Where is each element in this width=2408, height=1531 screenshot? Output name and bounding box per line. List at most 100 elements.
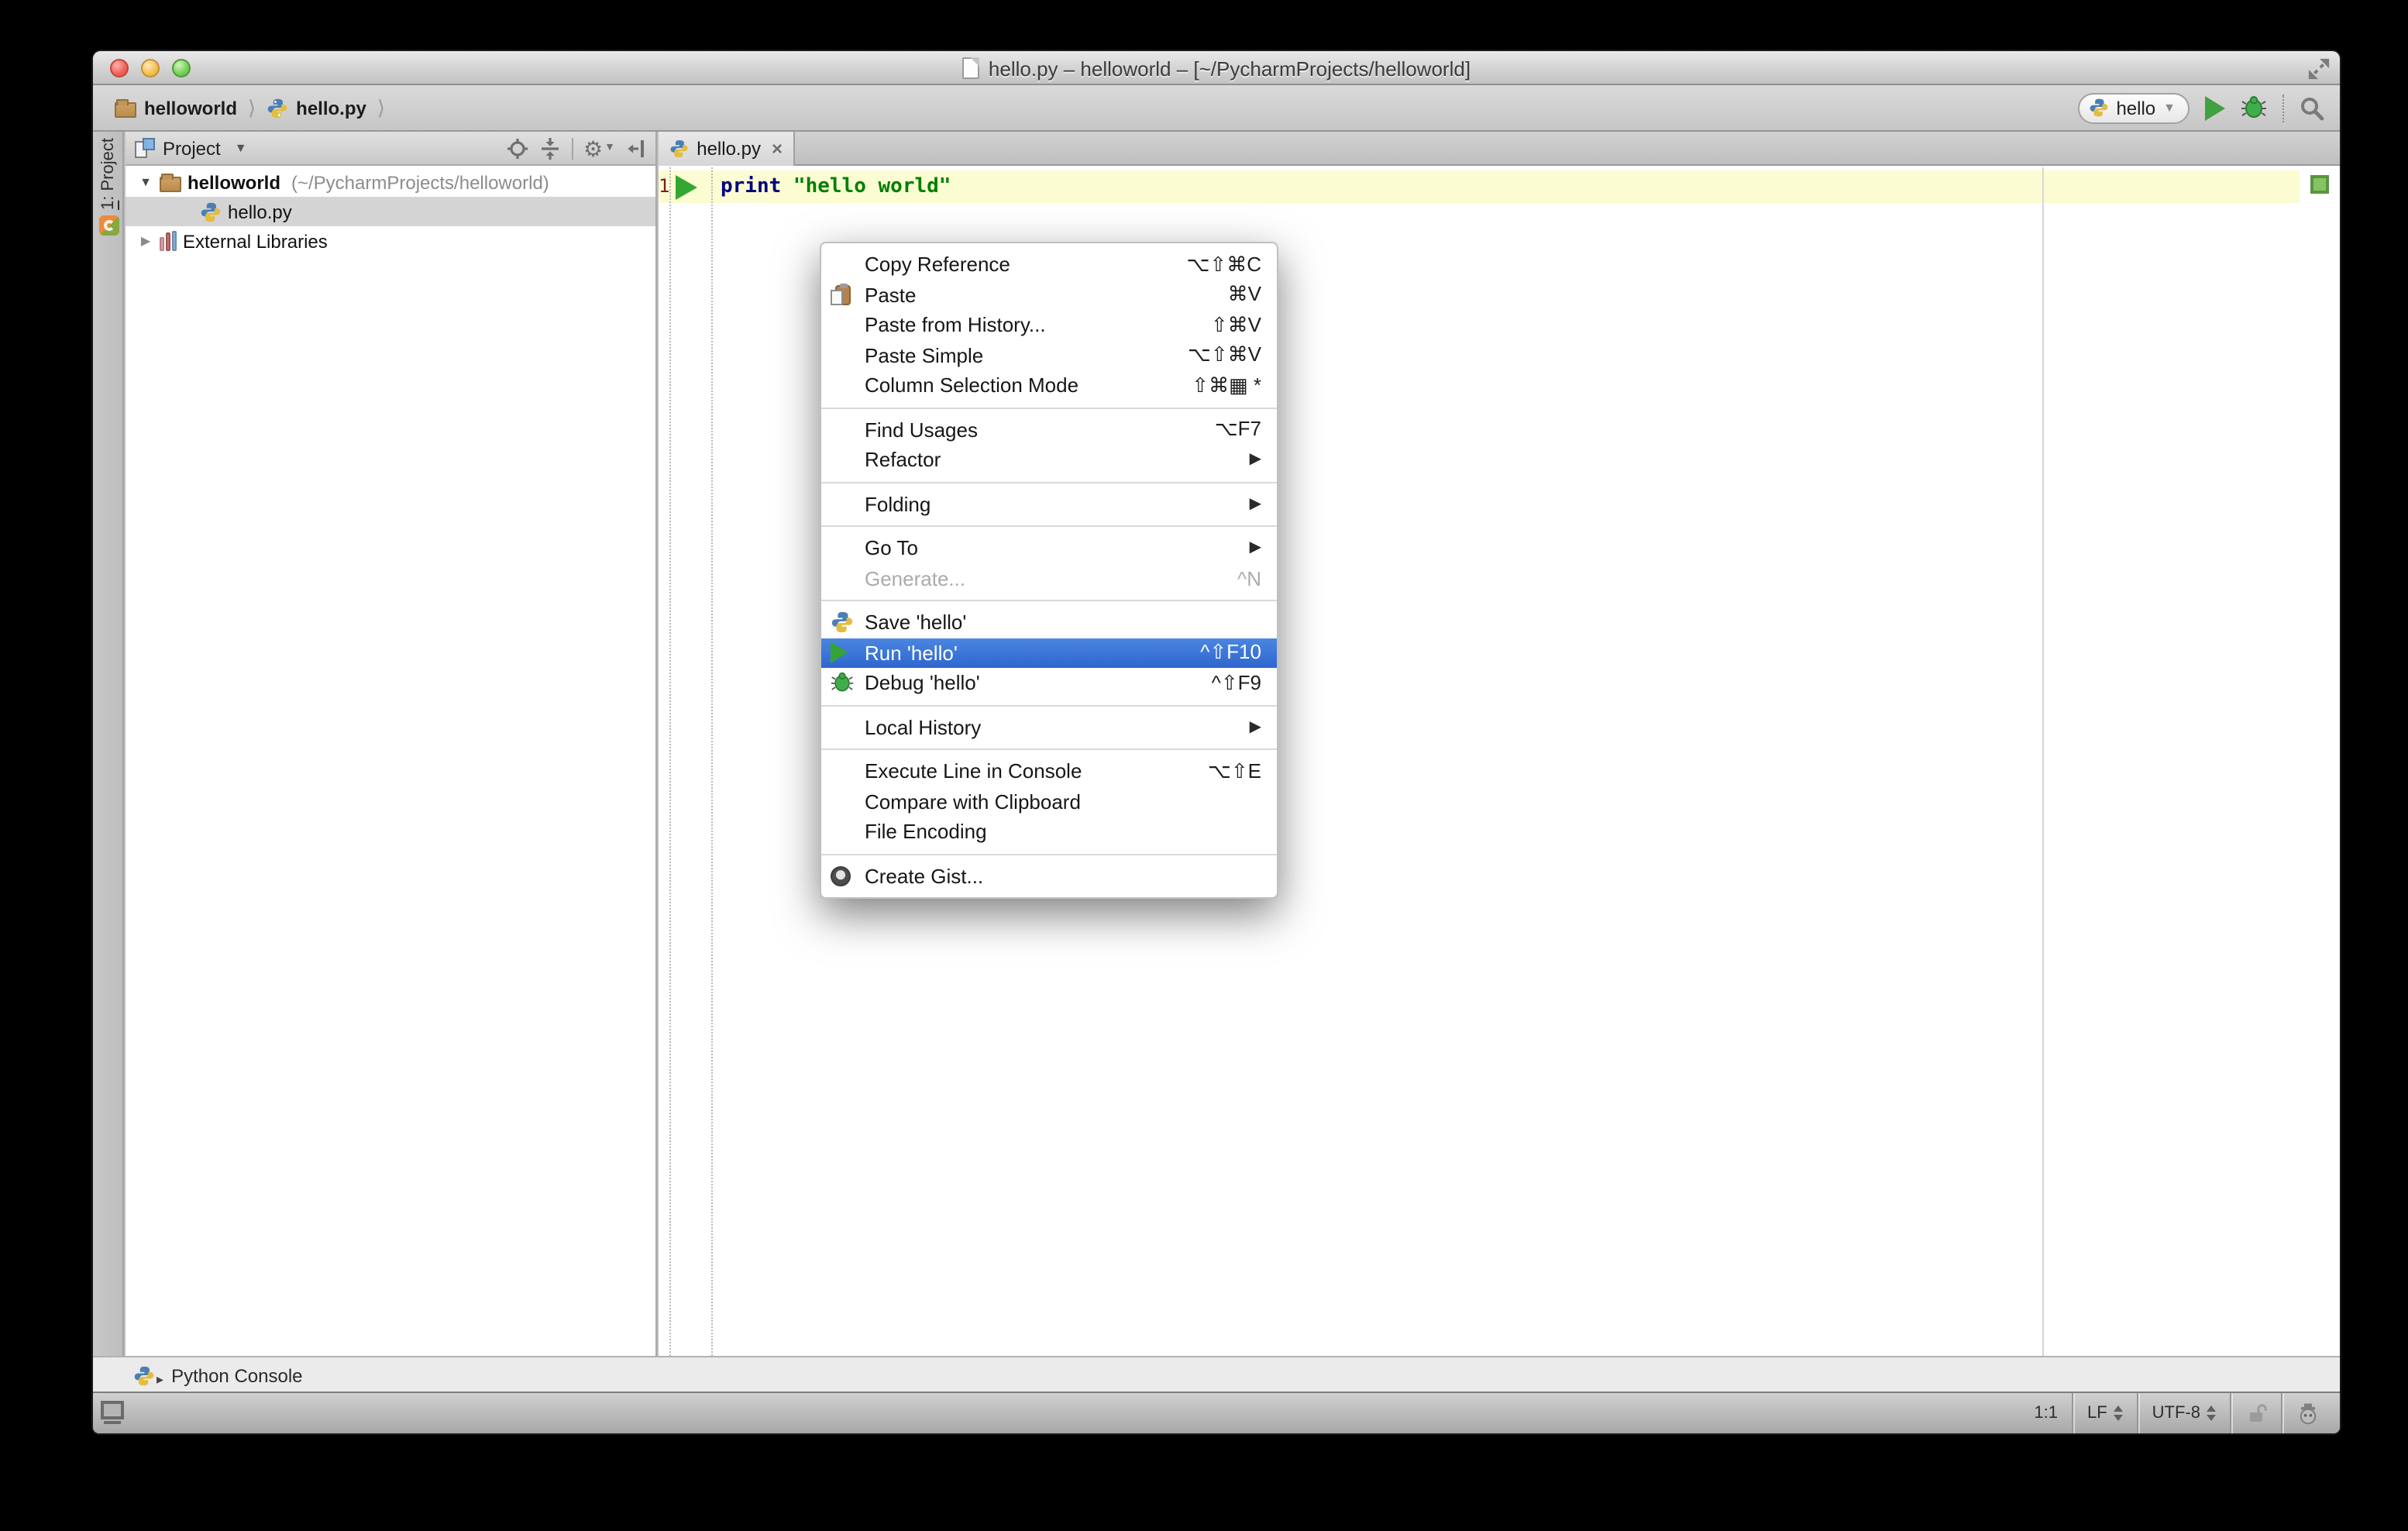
tree-row-hello-py[interactable]: hello.py bbox=[126, 197, 655, 226]
inspection-status-square[interactable] bbox=[2310, 175, 2329, 194]
hide-panel-icon[interactable] bbox=[626, 137, 646, 159]
menu-item-copy-reference[interactable]: Copy Reference ⌥⇧⌘C bbox=[821, 249, 1277, 280]
menu-item-folding[interactable]: Folding ▶ bbox=[821, 489, 1277, 519]
paste-icon bbox=[831, 283, 854, 307]
python-file-icon bbox=[201, 201, 221, 222]
menu-item-generate[interactable]: Generate... ^N bbox=[821, 563, 1277, 593]
python-icon bbox=[2090, 98, 2107, 117]
chevron-right-icon: ⟩ bbox=[248, 95, 256, 119]
gutter-separator bbox=[711, 167, 713, 1356]
left-tool-stripe: 1: Project bbox=[93, 132, 124, 1356]
editor-context-menu: Copy Reference ⌥⇧⌘C Paste ⌘V Paste from … bbox=[820, 242, 1278, 899]
tree-row-root[interactable]: ▼ helloworld (~/PycharmProjects/hellowor… bbox=[126, 167, 655, 197]
menu-separator bbox=[821, 600, 1277, 601]
menu-item-find-usages[interactable]: Find Usages ⌥F7 bbox=[821, 415, 1277, 445]
tab-hello-py[interactable]: hello.py × bbox=[659, 132, 795, 166]
line-separator-cell[interactable]: LF bbox=[2071, 1393, 2137, 1433]
python-file-icon bbox=[267, 98, 287, 118]
menu-item-run-hello[interactable]: Run 'hello' ^⇧F10 bbox=[821, 638, 1277, 668]
tree-row-external-libraries[interactable]: ▶ External Libraries bbox=[126, 226, 655, 256]
locate-file-icon[interactable] bbox=[506, 137, 528, 159]
window-title: hello.py – helloworld – [~/PycharmProjec… bbox=[988, 57, 1471, 80]
menu-item-paste-from-history[interactable]: Paste from History... ⇧⌘V bbox=[821, 310, 1277, 340]
line-separator: LF bbox=[2086, 1404, 2107, 1423]
caret-position: 1:1 bbox=[2034, 1404, 2058, 1423]
breadcrumb: helloworld ⟩ hello.py ⟩ bbox=[115, 85, 388, 130]
menu-item-create-gist[interactable]: Create Gist... bbox=[821, 861, 1277, 891]
collapse-all-icon[interactable] bbox=[538, 137, 560, 159]
tool-window-button-project[interactable]: 1: Project bbox=[93, 138, 124, 308]
run-button[interactable] bbox=[2205, 95, 2225, 120]
submenu-arrow-icon: ▶ bbox=[1249, 718, 1261, 736]
navigation-bar: helloworld ⟩ hello.py ⟩ hello ▼ bbox=[93, 85, 2340, 132]
tree-expanded-icon[interactable]: ▼ bbox=[138, 175, 153, 189]
chevron-down-icon: ▼ bbox=[2163, 101, 2176, 115]
python-icon bbox=[134, 1365, 154, 1385]
menu-item-column-selection-mode[interactable]: Column Selection Mode ⇧⌘▦ * bbox=[821, 370, 1277, 401]
toggle-toolwindows-icon[interactable] bbox=[101, 1401, 124, 1424]
menu-item-paste-simple[interactable]: Paste Simple ⌥⇧⌘V bbox=[821, 340, 1277, 370]
editor-tab-bar: hello.py × bbox=[659, 132, 2340, 166]
menu-item-save-hello[interactable]: Save 'hello' bbox=[821, 607, 1277, 638]
right-margin-guide bbox=[2042, 167, 2044, 1356]
gutter-separator bbox=[669, 167, 671, 1356]
python-icon bbox=[831, 612, 853, 633]
menu-separator bbox=[821, 748, 1277, 750]
menu-item-local-history[interactable]: Local History ▶ bbox=[821, 712, 1277, 742]
tree-file-name: hello.py bbox=[228, 201, 292, 222]
project-tool-window: Project ▼ ⚙ ▼ ▼ helloworld (~/PycharmPro… bbox=[126, 132, 657, 1356]
caret-position-cell[interactable]: 1:1 bbox=[2020, 1393, 2072, 1433]
run-icon bbox=[831, 642, 848, 664]
debug-bug-icon bbox=[831, 673, 854, 692]
menu-item-execute-line-in-console[interactable]: Execute Line in Console ⌥⇧E bbox=[821, 756, 1277, 786]
line-number: 1 bbox=[659, 175, 670, 197]
menu-separator bbox=[821, 853, 1277, 855]
close-tab-icon[interactable]: × bbox=[772, 138, 783, 160]
tree-root-path: (~/PycharmProjects/helloworld) bbox=[291, 171, 549, 193]
menu-separator bbox=[821, 704, 1277, 706]
search-icon[interactable] bbox=[2300, 95, 2324, 120]
unlock-icon bbox=[2250, 1404, 2267, 1422]
header-divider bbox=[571, 137, 573, 159]
spinner-arrows-icon bbox=[2113, 1405, 2123, 1421]
breadcrumb-project[interactable]: helloworld bbox=[144, 97, 237, 119]
python-console-label: Python Console bbox=[171, 1364, 303, 1386]
chevron-down-icon[interactable]: ▼ bbox=[235, 141, 247, 155]
settings-gear-icon[interactable]: ⚙ ▼ bbox=[583, 137, 615, 159]
run-line-marker-icon[interactable] bbox=[676, 175, 697, 200]
project-panel-title[interactable]: Project bbox=[163, 137, 221, 159]
run-configuration-select[interactable]: hello ▼ bbox=[2077, 92, 2190, 123]
encoding-cell[interactable]: UTF-8 bbox=[2136, 1393, 2230, 1433]
inspections-profile-cell[interactable] bbox=[2281, 1393, 2334, 1433]
menu-item-paste[interactable]: Paste ⌘V bbox=[821, 280, 1277, 310]
tab-title: hello.py bbox=[697, 138, 761, 160]
menu-separator bbox=[821, 525, 1277, 527]
title-bar: hello.py – helloworld – [~/PycharmProjec… bbox=[93, 51, 2340, 85]
encoding: UTF-8 bbox=[2152, 1404, 2200, 1423]
fullscreen-icon[interactable] bbox=[2307, 57, 2331, 81]
github-octocat-icon bbox=[831, 865, 851, 886]
tree-root-name: helloworld bbox=[187, 171, 280, 193]
pycharm-logo-icon bbox=[98, 215, 119, 236]
readonly-lock-cell[interactable] bbox=[2230, 1393, 2281, 1433]
menu-item-go-to[interactable]: Go To ▶ bbox=[821, 533, 1277, 563]
menu-separator bbox=[821, 407, 1277, 408]
pycharm-window: hello.py – helloworld – [~/PycharmProjec… bbox=[93, 51, 2340, 1433]
submenu-arrow-icon: ▶ bbox=[1249, 539, 1261, 557]
debug-button[interactable] bbox=[2241, 95, 2267, 121]
tree-collapsed-icon[interactable]: ▶ bbox=[138, 234, 153, 248]
document-icon bbox=[961, 57, 979, 79]
code-line-1: print "hello world" bbox=[721, 170, 951, 203]
breadcrumb-file[interactable]: hello.py bbox=[296, 97, 366, 119]
menu-item-compare-with-clipboard[interactable]: Compare with Clipboard bbox=[821, 786, 1277, 817]
project-tree: ▼ helloworld (~/PycharmProjects/hellowor… bbox=[126, 167, 655, 1356]
bottom-tool-window-bar: ▸ Python Console bbox=[93, 1356, 2340, 1393]
folder-icon bbox=[115, 98, 136, 117]
menu-separator bbox=[821, 481, 1277, 483]
folder-icon bbox=[160, 173, 181, 191]
python-console-button[interactable]: ▸ Python Console bbox=[133, 1357, 303, 1393]
menu-item-refactor[interactable]: Refactor ▶ bbox=[821, 445, 1277, 475]
run-configuration-name: hello bbox=[2116, 97, 2156, 119]
menu-item-debug-hello[interactable]: Debug 'hello' ^⇧F9 bbox=[821, 668, 1277, 698]
menu-item-file-encoding[interactable]: File Encoding bbox=[821, 817, 1277, 847]
